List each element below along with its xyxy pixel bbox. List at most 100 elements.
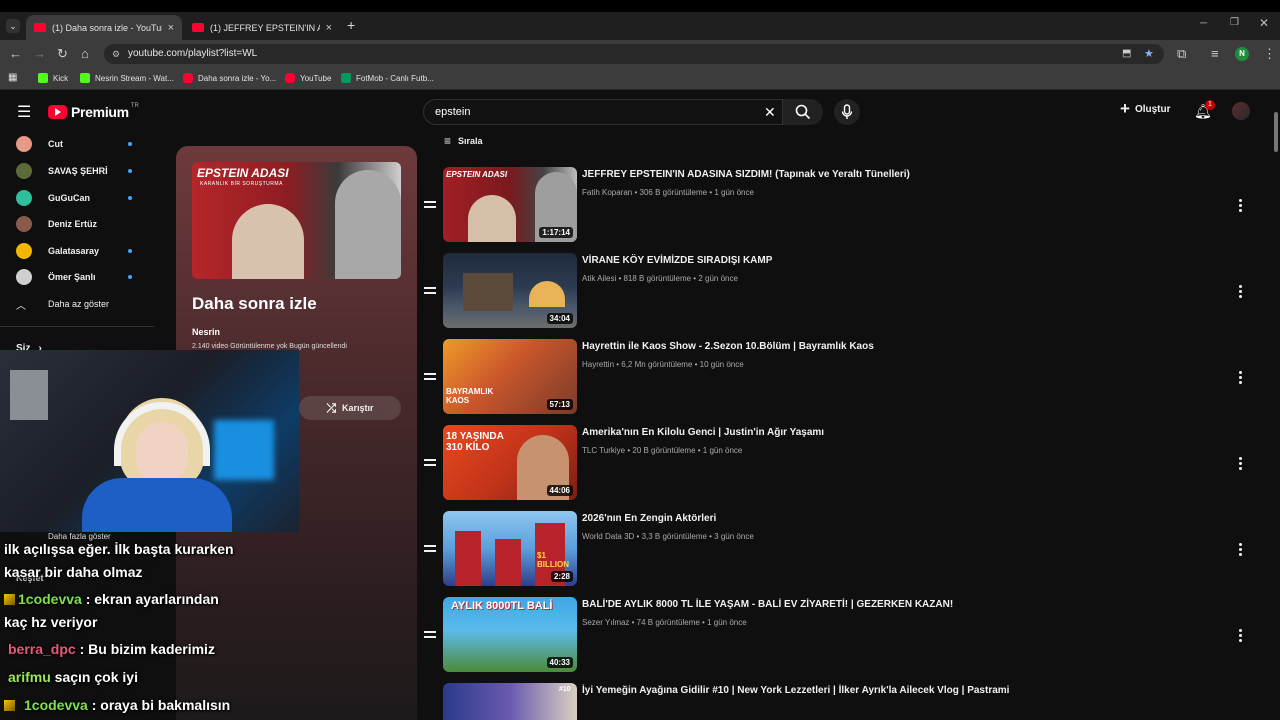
- video-thumbnail[interactable]: 18 YAŞINDA 310 KİLO 44:06: [443, 425, 577, 500]
- sidebar-item-cut[interactable]: Cut: [16, 134, 132, 154]
- new-content-dot: [128, 169, 132, 173]
- voice-search-button[interactable]: [834, 99, 860, 125]
- close-tab-icon[interactable]: ×: [326, 22, 332, 34]
- video-thumbnail[interactable]: EPSTEIN ADASI 1:17:14: [443, 167, 577, 242]
- video-title[interactable]: Hayrettin ile Kaos Show - 2.Sezon 10.Böl…: [582, 341, 874, 352]
- playlist-thumbnail[interactable]: EPSTEIN ADASI KARANLIK BİR SORUŞTURMA: [192, 162, 401, 279]
- more-actions-icon[interactable]: [1239, 285, 1243, 300]
- avatar: [16, 216, 32, 232]
- search-query: epstein: [435, 106, 471, 118]
- browser-menu-icon[interactable]: ⋮: [1263, 46, 1276, 62]
- sort-icon: ≡: [444, 134, 452, 148]
- bookmark-star-icon[interactable]: ★: [1144, 44, 1154, 64]
- url-text: youtube.com/playlist?list=WL: [128, 48, 258, 59]
- sidebar-item-omer-sanli[interactable]: Ömer Şanlı: [16, 267, 132, 287]
- youtube-logo[interactable]: Premium TR: [48, 103, 139, 120]
- duration-badge: 44:06: [546, 485, 573, 496]
- sidebar-item-deniz-ertuz[interactable]: Deniz Ertüz: [16, 214, 97, 234]
- sort-button[interactable]: ≡ Sırala: [444, 134, 483, 148]
- new-content-dot: [128, 196, 132, 200]
- video-thumbnail[interactable]: BAYRAMLIK KAOS 57:13: [443, 339, 577, 414]
- video-title[interactable]: VİRANE KÖY EVİMİZDE SIRADIŞI KAMP: [582, 255, 772, 266]
- sidebar-divider: [0, 326, 154, 327]
- video-title[interactable]: BALİ'DE AYLIK 8000 TL İLE YAŞAM - BALİ E…: [582, 599, 953, 610]
- sidebar-item-savas-sehri[interactable]: SAVAŞ ŞEHRİ: [16, 161, 132, 181]
- create-label: Oluştur: [1134, 103, 1171, 115]
- thumbnail-text: 18 YAŞINDA 310 KİLO: [446, 431, 504, 453]
- install-app-icon[interactable]: ⬒: [1122, 44, 1131, 64]
- video-thumbnail[interactable]: $1 BILLION 2:28: [443, 511, 577, 586]
- duration-badge: 40:33: [546, 657, 573, 668]
- sidebar-item-gugucan[interactable]: GuGuCan: [16, 188, 132, 208]
- forward-icon[interactable]: →: [33, 46, 46, 61]
- video-title[interactable]: JEFFREY EPSTEIN'IN ADASINA SIZDIM! (Tapı…: [582, 169, 910, 180]
- bookmark-kick[interactable]: Kick: [38, 73, 68, 83]
- site-info-icon[interactable]: ⚙: [112, 44, 120, 64]
- home-icon[interactable]: ⌂: [81, 46, 89, 61]
- restore-icon[interactable]: ❐: [1230, 17, 1239, 28]
- account-avatar[interactable]: [1232, 102, 1250, 120]
- video-thumbnail[interactable]: AYLIK 8000TL BALİ 40:33: [443, 597, 577, 672]
- more-actions-icon[interactable]: [1239, 199, 1243, 214]
- youtube-favicon-icon: [34, 23, 46, 32]
- video-title[interactable]: İyi Yemeğin Ayağına Gidilir #10 | New Yo…: [582, 685, 1009, 696]
- apps-grid-icon[interactable]: ▦: [8, 72, 17, 83]
- chat-line: arifmu saçın çok iyi: [8, 669, 138, 685]
- extensions-icon[interactable]: ⧉: [1177, 46, 1186, 62]
- drag-handle-icon[interactable]: [424, 545, 436, 555]
- more-actions-icon[interactable]: [1239, 457, 1243, 472]
- address-bar[interactable]: ⚙ youtube.com/playlist?list=WL ⬒ ★: [104, 44, 1164, 64]
- scrollbar-thumb[interactable]: [1274, 112, 1278, 152]
- new-tab-button[interactable]: +: [347, 17, 355, 33]
- drag-handle-icon[interactable]: [424, 373, 436, 383]
- chat-username: 1codevva: [18, 591, 82, 607]
- more-actions-icon[interactable]: [1239, 543, 1243, 558]
- new-content-dot: [128, 275, 132, 279]
- tab-epstein-video[interactable]: (1) JEFFREY EPSTEIN'IN ADASIN ×: [184, 15, 340, 40]
- shuffle-button[interactable]: ⤮ Karıştır: [299, 396, 401, 420]
- video-thumbnail[interactable]: 34:04: [443, 253, 577, 328]
- page-scrollbar[interactable]: [1272, 90, 1280, 720]
- search-input[interactable]: epstein ✕: [423, 99, 783, 125]
- drag-handle-icon[interactable]: [424, 201, 436, 211]
- playlist-title: Daha sonra izle: [192, 294, 317, 313]
- webcam-monitor-glow: [214, 420, 274, 480]
- more-actions-icon[interactable]: [1239, 371, 1243, 386]
- tab-daha-sonra-izle[interactable]: (1) Daha sonra izle - YouTube ×: [26, 15, 182, 40]
- webcam-person-face: [136, 422, 188, 484]
- youtube-favicon-icon: [192, 23, 204, 32]
- tab-search-icon[interactable]: ⌄: [6, 19, 20, 33]
- video-thumbnail[interactable]: #10: [443, 683, 577, 720]
- thumbnail-text: AYLIK 8000TL BALİ: [451, 600, 553, 612]
- search-button[interactable]: [783, 99, 823, 125]
- video-title[interactable]: 2026'nın En Zengin Aktörleri: [582, 513, 716, 524]
- thumbnail-text: $1 BILLION: [537, 551, 569, 569]
- close-window-icon[interactable]: ✕: [1259, 16, 1269, 30]
- create-button[interactable]: + Oluştur: [1120, 100, 1171, 117]
- more-actions-icon[interactable]: [1239, 629, 1243, 644]
- video-meta: TLC Turkiye • 20 B görüntüleme • 1 gün ö…: [582, 446, 743, 455]
- bookmark-nesrin-stream[interactable]: Nesrin Stream - Wat...: [80, 73, 174, 83]
- hamburger-menu-icon[interactable]: ☰: [17, 102, 31, 122]
- bookmark-youtube[interactable]: YouTube: [285, 73, 331, 83]
- duration-badge: 1:17:14: [539, 227, 573, 238]
- subscriber-badge-icon: [4, 594, 15, 605]
- clear-search-icon[interactable]: ✕: [764, 100, 776, 124]
- close-tab-icon[interactable]: ×: [168, 22, 174, 34]
- media-control-icon[interactable]: ≡: [1211, 46, 1219, 61]
- video-title[interactable]: Amerika'nın En Kilolu Genci | Justin'in …: [582, 427, 824, 438]
- reload-icon[interactable]: ↻: [57, 46, 68, 62]
- thumbnail-text: BAYRAMLIK KAOS: [446, 387, 494, 405]
- drag-handle-icon[interactable]: [424, 459, 436, 469]
- sidebar-item-galatasaray[interactable]: Galatasaray: [16, 241, 132, 261]
- drag-handle-icon[interactable]: [424, 631, 436, 641]
- back-icon[interactable]: ←: [9, 46, 22, 61]
- minimize-icon[interactable]: ─: [1200, 18, 1207, 29]
- bookmark-fotmob[interactable]: FotMob - Canlı Futb...: [341, 73, 434, 83]
- playlist-owner[interactable]: Nesrin: [192, 327, 220, 337]
- profile-avatar[interactable]: N: [1235, 47, 1249, 61]
- show-less-button[interactable]: ︿ Daha az göster: [16, 294, 109, 314]
- drag-handle-icon[interactable]: [424, 287, 436, 297]
- bookmark-daha-sonra-izle[interactable]: Daha sonra izle - Yo...: [183, 73, 276, 83]
- kick-icon: [80, 73, 90, 83]
